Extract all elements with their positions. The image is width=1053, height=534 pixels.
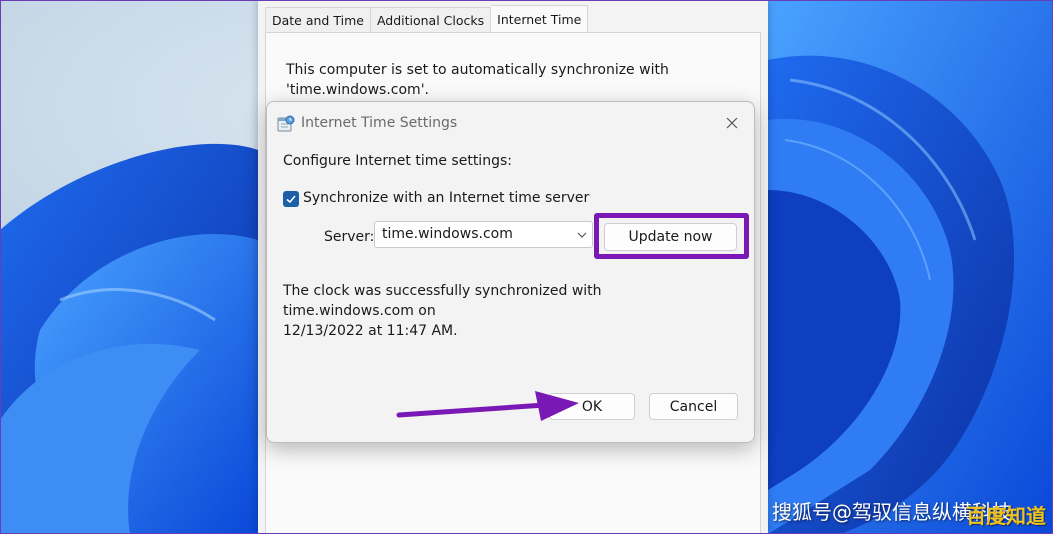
internet-time-icon [277,115,295,132]
chevron-down-icon [577,232,587,238]
sync-checkbox[interactable] [283,191,299,207]
sync-status: The clock was successfully synchronized … [283,281,733,341]
sync-checkbox-label[interactable]: Synchronize with an Internet time server [303,190,589,206]
configure-label: Configure Internet time settings: [283,153,512,169]
close-button[interactable] [719,112,745,134]
server-label: Server: [324,229,375,245]
sync-status-line1: The clock was successfully synchronized … [283,283,602,319]
sync-status-line2: 12/13/2022 at 11:47 AM. [283,323,458,339]
cancel-button[interactable]: Cancel [649,393,738,420]
close-icon [726,117,738,129]
tab-strip: Date and Time Additional Clocks Internet… [265,5,589,36]
pointer-arrow-icon [396,391,579,421]
sync-message-line1: This computer is set to automatically sy… [286,62,669,78]
tab-additional-clocks[interactable]: Additional Clocks [370,7,492,35]
tab-date-and-time[interactable]: Date and Time [265,7,371,35]
sync-message: This computer is set to automatically sy… [286,60,706,100]
server-value: time.windows.com [382,226,513,242]
update-now-button[interactable]: Update now [604,223,737,251]
sync-message-line2: 'time.windows.com'. [286,82,429,98]
dialog-titlebar[interactable]: Internet Time Settings [267,102,754,144]
watermark-logo: 百度知道 [966,504,1046,528]
checkmark-icon [286,195,296,204]
dialog-title: Internet Time Settings [301,115,458,131]
server-dropdown[interactable]: time.windows.com [374,221,593,248]
